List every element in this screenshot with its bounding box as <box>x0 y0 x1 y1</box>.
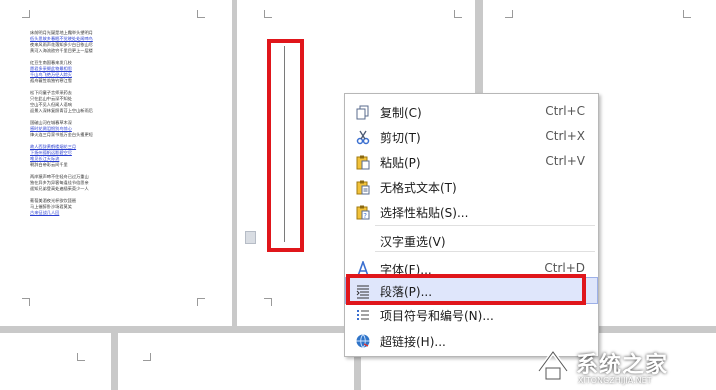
paste-plain-icon <box>355 179 371 195</box>
menu-item-paste-special[interactable]: ? 选择性粘贴(S)... <box>346 199 597 224</box>
crop-mark <box>683 10 691 18</box>
crop-mark <box>505 10 513 18</box>
menu-item-shortcut: Ctrl+V <box>545 154 585 168</box>
menu-item-label: 项目符号和编号(N)... <box>380 309 494 323</box>
svg-text:?: ? <box>363 212 367 220</box>
watermark-title: 系统之家 <box>576 353 669 378</box>
globe-link-icon <box>355 333 371 349</box>
menu-item-label: 汉字重选(V) <box>380 235 446 249</box>
crop-mark <box>197 298 205 306</box>
copy-icon <box>355 104 371 120</box>
menu-separator <box>375 225 595 226</box>
menu-item-label: 粘贴(P) <box>380 156 421 170</box>
menu-item-label: 无格式文本(T) <box>380 181 457 195</box>
menu-item-shortcut: Ctrl+X <box>545 129 585 143</box>
paragraph-highlight-box <box>346 274 586 305</box>
menu-item-copy[interactable]: 复制(C) Ctrl+C <box>346 99 597 124</box>
menu-item-paste[interactable]: 粘贴(P) Ctrl+V <box>346 149 597 174</box>
crop-mark <box>197 10 205 18</box>
menu-item-bullets-numbering[interactable]: 项目符号和编号(N)... <box>346 302 597 327</box>
document-body-text[interactable]: 床前明月光疑是地上霜举头望明月 低头思故乡春眠不觉晓处处闻啼鸟 夜来风雨声花落知多少… <box>30 30 115 216</box>
crop-mark <box>264 298 272 306</box>
paste-special-icon: ? <box>355 204 371 220</box>
document-icon <box>245 231 256 244</box>
cursor-highlight-box <box>267 39 304 252</box>
menu-item-cut[interactable]: 剪切(T) Ctrl+X <box>346 124 597 149</box>
text-line[interactable]: 古来征战几人回 <box>30 210 115 216</box>
paste-icon <box>355 154 371 170</box>
menu-item-label: 超链接(H)... <box>380 335 446 349</box>
crop-mark <box>77 353 85 361</box>
menu-item-paste-plain[interactable]: 无格式文本(T) <box>346 174 597 199</box>
crop-mark <box>22 10 30 18</box>
document-page-4[interactable] <box>0 333 111 390</box>
watermark-logo-icon <box>537 350 569 380</box>
crop-mark <box>22 298 30 306</box>
document-page-5[interactable] <box>118 333 354 390</box>
watermark: 系统之家 XITONGZHIJIA.NET <box>536 344 711 386</box>
menu-item-shortcut: Ctrl+C <box>545 104 585 118</box>
context-menu[interactable]: 复制(C) Ctrl+C 剪切(T) Ctrl+X 粘贴(P) Ctrl+V 无格式文本(T… <box>344 93 599 357</box>
crop-mark <box>454 10 462 18</box>
crop-mark <box>264 10 272 18</box>
crop-mark <box>143 353 151 361</box>
list-icon <box>355 307 371 323</box>
menu-item-hanzi-reselect[interactable]: 汉字重选(V) <box>346 228 597 253</box>
menu-item-label: 剪切(T) <box>380 131 421 145</box>
menu-item-label: 复制(C) <box>380 106 422 120</box>
scissors-icon <box>355 129 371 145</box>
menu-item-label: 选择性粘贴(S)... <box>380 206 469 220</box>
watermark-url: XITONGZHIJIA.NET <box>578 376 652 385</box>
document-page-1[interactable]: 床前明月光疑是地上霜举头望明月 低头思故乡春眠不觉晓处处闻啼鸟 夜来风雨声花落知多少… <box>0 0 232 326</box>
menu-item-shortcut: Ctrl+D <box>544 261 585 275</box>
